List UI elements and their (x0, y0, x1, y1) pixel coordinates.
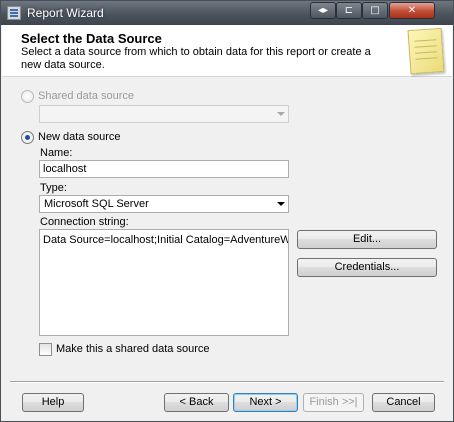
wizard-header: Select the Data Source Select a data sou… (2, 25, 452, 77)
connection-string-input[interactable]: Data Source=localhost;Initial Catalog=Ad… (39, 229, 289, 336)
help-button[interactable]: Help (22, 393, 84, 412)
back-button[interactable]: < Back (164, 393, 229, 412)
context-help-button[interactable]: ◂▸ (310, 2, 336, 19)
edit-button[interactable]: Edit... (297, 230, 437, 249)
make-shared-label: Make this a shared data source (56, 343, 210, 355)
minimize-button[interactable]: ⊏ (336, 2, 362, 19)
make-shared-checkbox[interactable] (39, 343, 52, 356)
maximize-button[interactable]: □ (362, 2, 388, 19)
new-data-source-radio[interactable] (21, 131, 34, 144)
type-value: Microsoft SQL Server (44, 198, 149, 210)
footer-divider (10, 381, 444, 383)
report-document-icon (407, 27, 445, 75)
window-title: Report Wizard (27, 6, 104, 20)
next-button[interactable]: Next > (233, 393, 298, 412)
type-label: Type: (40, 182, 67, 194)
page-subtitle: Select a data source from which to obtai… (21, 46, 371, 71)
chevron-down-icon (277, 112, 285, 116)
connection-string-label: Connection string: (40, 216, 129, 228)
report-wizard-window: Report Wizard ◂▸ ⊏ □ ✕ Select the Data S… (0, 0, 454, 422)
shared-data-source-label: Shared data source (38, 90, 135, 102)
chevron-down-icon (277, 202, 285, 206)
finish-button[interactable]: Finish >>| (303, 393, 364, 412)
title-bar[interactable]: Report Wizard ◂▸ ⊏ □ ✕ (1, 1, 453, 25)
credentials-button[interactable]: Credentials... (297, 258, 437, 277)
shared-data-source-select[interactable] (39, 105, 289, 123)
name-label: Name: (40, 147, 73, 159)
app-icon (7, 6, 21, 20)
close-button[interactable]: ✕ (389, 2, 435, 19)
name-input[interactable]: localhost (39, 160, 289, 178)
new-data-source-label: New data source (38, 131, 121, 143)
page-title: Select the Data Source (21, 31, 162, 46)
shared-data-source-radio[interactable] (21, 90, 34, 103)
cancel-button[interactable]: Cancel (372, 393, 435, 412)
type-select[interactable]: Microsoft SQL Server (39, 195, 289, 213)
